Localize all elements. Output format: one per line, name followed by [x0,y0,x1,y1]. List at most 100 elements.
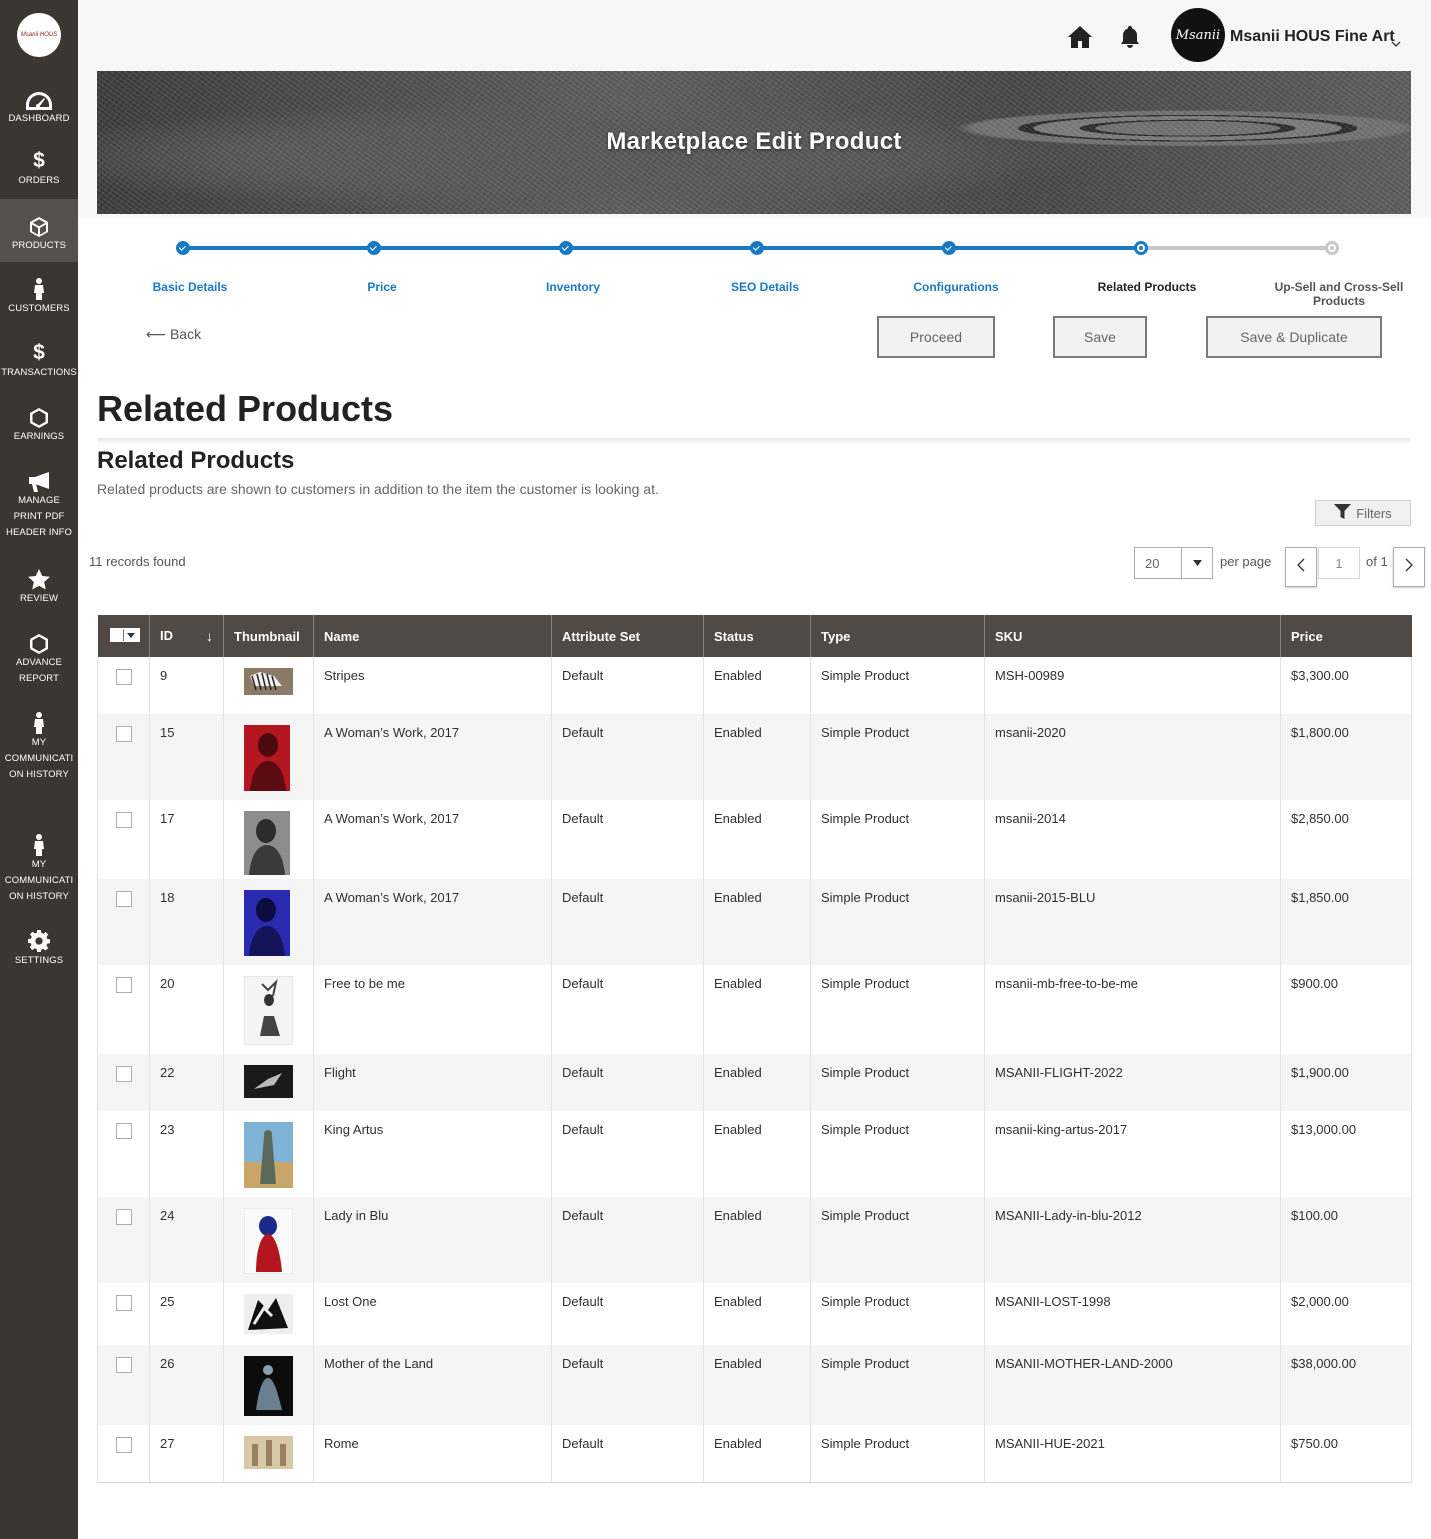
proceed-button[interactable]: Proceed [877,316,995,358]
table-row[interactable]: 17 A Woman’s Work, 2017 Default Enabled … [97,800,1412,879]
step-label-inventory[interactable]: Inventory [493,280,653,294]
cell-attribute-set: Default [551,879,704,965]
cell-type: Simple Product [810,879,985,965]
save-duplicate-button[interactable]: Save & Duplicate [1206,316,1382,358]
chevron-down-icon[interactable] [1391,34,1401,52]
row-checkbox-cell[interactable] [97,714,150,800]
step-label-basic-details[interactable]: Basic Details [110,280,270,294]
cell-sku: msanii-2014 [984,800,1281,879]
product-thumbnail [244,890,290,956]
mass-select-header[interactable] [97,615,150,657]
table-row[interactable]: 9 Stripes Default Enabled Simple Product… [97,657,1412,714]
table-row[interactable]: 23 King Artus Default Enabled Simple Pro… [97,1111,1412,1197]
row-checkbox-cell[interactable] [97,1345,150,1425]
table-row[interactable]: 15 A Woman’s Work, 2017 Default Enabled … [97,714,1412,800]
cell-thumbnail [223,1197,314,1283]
prev-page-button[interactable] [1285,547,1317,587]
sidebar-item-review[interactable]: REVIEW [0,568,78,608]
row-checkbox-cell[interactable] [97,1054,150,1111]
step-dot-related-products[interactable] [1134,241,1148,255]
sidebar-item-settings[interactable]: SETTINGS [0,930,78,970]
sidebar-item-products[interactable]: PRODUCTS [0,199,78,262]
row-checkbox-cell[interactable] [97,800,150,879]
row-checkbox[interactable] [116,1357,132,1373]
col-header-attribute-set[interactable]: Attribute Set [551,615,704,657]
row-checkbox[interactable] [116,669,132,685]
sidebar-item-advance-report[interactable]: ADVANCE REPORT [0,632,78,687]
sidebar-item-label: PRODUCTS [11,240,67,251]
step-label-related-products[interactable]: Related Products [1067,280,1227,294]
step-dot-seo-details[interactable] [750,241,764,255]
sidebar-item-transactions[interactable]: $ TRANSACTIONS [0,342,78,382]
row-checkbox[interactable] [116,812,132,828]
row-checkbox[interactable] [116,891,132,907]
sidebar-item-customers[interactable]: CUSTOMERS [0,278,78,318]
step-dot-price[interactable] [367,241,381,255]
col-header-status[interactable]: Status [703,615,811,657]
table-row[interactable]: 25 Lost One Default Enabled Simple Produ… [97,1283,1412,1345]
table-row[interactable]: 20 Free to be me Default Enabled Simple … [97,965,1412,1054]
row-checkbox[interactable] [116,1437,132,1453]
row-checkbox-cell[interactable] [97,657,150,714]
page-number-input[interactable]: 1 [1318,547,1360,579]
step-dot-basic-details[interactable] [176,241,190,255]
row-checkbox[interactable] [116,1123,132,1139]
per-page-select[interactable]: 20 [1134,547,1213,579]
cell-thumbnail [223,657,314,714]
row-checkbox[interactable] [116,1295,132,1311]
row-checkbox[interactable] [116,977,132,993]
row-checkbox-cell[interactable] [97,1197,150,1283]
back-link[interactable]: ⟵ Back [146,326,201,343]
row-checkbox-cell[interactable] [97,879,150,965]
table-row[interactable]: 26 Mother of the Land Default Enabled Si… [97,1345,1412,1425]
sidebar-item-dashboard[interactable]: DASHBOARD [0,88,78,128]
table-row[interactable]: 18 A Woman’s Work, 2017 Default Enabled … [97,879,1412,965]
store-name[interactable]: Msanii HOUS Fine Art [1230,28,1395,46]
person-icon [33,834,45,856]
sidebar-item-communication-history[interactable]: MY COMMUNICATI ON HISTORY [0,712,78,783]
sidebar-item-label: MANAGE PRINT PDF HEADER INFO [5,495,73,538]
table-row[interactable]: 24 Lady in Blu Default Enabled Simple Pr… [97,1197,1412,1283]
cell-id: 25 [149,1283,224,1345]
next-page-button[interactable] [1393,547,1425,587]
save-button[interactable]: Save [1053,316,1147,358]
step-label-price[interactable]: Price [302,280,462,294]
sidebar-item-communication-history-2[interactable]: MY COMMUNICATI ON HISTORY [0,834,78,905]
col-header-sku[interactable]: SKU [984,615,1281,657]
home-icon[interactable] [1068,26,1092,53]
sidebar-item-orders[interactable]: $ ORDERS [0,150,78,190]
cell-status: Enabled [703,1425,811,1483]
row-checkbox-cell[interactable] [97,965,150,1054]
row-checkbox-cell[interactable] [97,1283,150,1345]
col-header-price[interactable]: Price [1280,615,1412,657]
step-label-upsell-crosssell[interactable]: Up-Sell and Cross-Sell Products [1262,280,1416,308]
step-dot-upsell-crosssell[interactable] [1325,241,1339,255]
cell-id: 20 [149,965,224,1054]
row-checkbox[interactable] [116,1209,132,1225]
filters-button[interactable]: Filters [1315,500,1411,526]
step-label-configurations[interactable]: Configurations [876,280,1036,294]
sidebar-item-label: MY COMMUNICATI ON HISTORY [4,859,74,902]
step-dot-inventory[interactable] [559,241,573,255]
col-header-id[interactable]: ID ↓ [149,615,224,657]
avatar[interactable]: Msanii [1171,8,1225,62]
cell-status: Enabled [703,714,811,800]
step-label-seo-details[interactable]: SEO Details [685,280,845,294]
mass-select-checkbox[interactable] [109,628,140,642]
col-header-name[interactable]: Name [313,615,552,657]
row-checkbox[interactable] [116,726,132,742]
sidebar-item-earnings[interactable]: EARNINGS [0,406,78,446]
sidebar-item-manage-print-pdf[interactable]: MANAGE PRINT PDF HEADER INFO [0,470,78,541]
col-header-type[interactable]: Type [810,615,985,657]
table-row[interactable]: 22 Flight Default Enabled Simple Product… [97,1054,1412,1111]
row-checkbox[interactable] [116,1066,132,1082]
cell-thumbnail [223,1283,314,1345]
caret-down-icon[interactable] [1181,548,1212,578]
sidebar-logo[interactable]: Msanii HOUS [17,13,61,57]
row-checkbox-cell[interactable] [97,1425,150,1483]
row-checkbox-cell[interactable] [97,1111,150,1197]
cell-thumbnail [223,879,314,965]
table-row[interactable]: 27 Rome Default Enabled Simple Product M… [97,1425,1412,1483]
bell-icon[interactable] [1119,26,1141,53]
step-dot-configurations[interactable] [942,241,956,255]
